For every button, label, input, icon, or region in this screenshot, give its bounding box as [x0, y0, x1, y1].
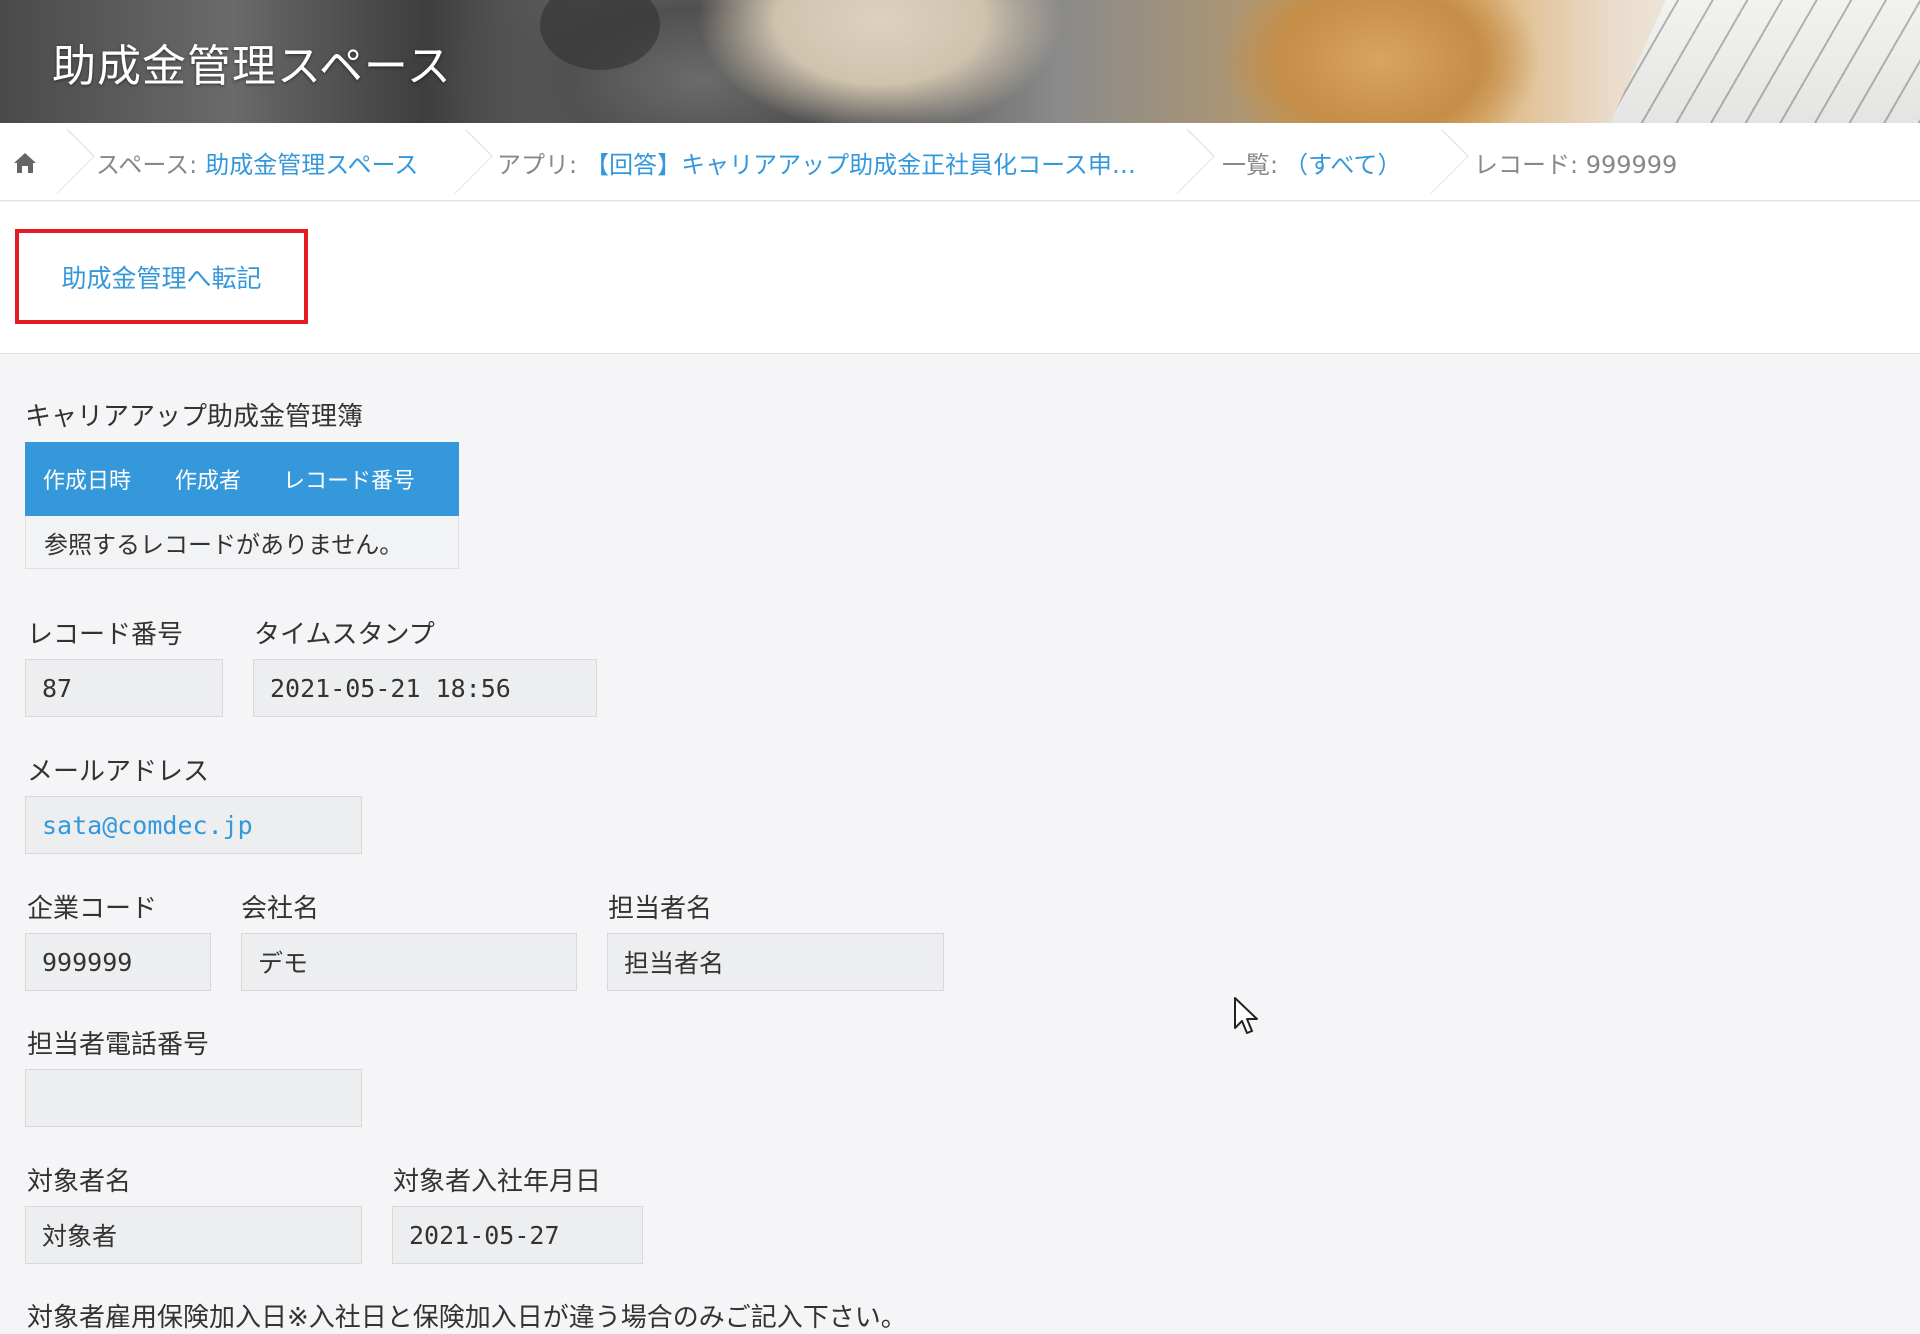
column-header-created-at: 作成日時	[43, 469, 132, 494]
reference-table-title: キャリアアップ助成金管理簿	[25, 402, 364, 432]
breadcrumb-view-label: 一覧:	[1222, 150, 1279, 179]
email-field[interactable]: sata@comdec.jp	[25, 796, 362, 854]
timestamp-field: 2021-05-21 18:56	[253, 659, 597, 717]
contact-name-label: 担当者名	[608, 894, 713, 924]
company-name-field: デモ	[241, 933, 577, 991]
breadcrumb-separator	[1182, 123, 1204, 201]
space-header-banner: 助成金管理スペース	[0, 0, 1920, 123]
breadcrumb-space-label: スペース:	[96, 150, 198, 179]
target-name-field: 対象者	[25, 1206, 362, 1264]
record-action-bar: 助成金管理へ転記	[0, 202, 1920, 354]
company-code-label: 企業コード	[27, 894, 158, 924]
breadcrumb: スペース: 助成金管理スペース アプリ: 【回答】キャリアアップ助成金正社員化コ…	[0, 123, 1920, 201]
breadcrumb-app[interactable]: アプリ: 【回答】キャリアアップ助成金正社員化コース申…	[497, 123, 1136, 201]
breadcrumb-separator	[460, 123, 482, 201]
banner-gear-image	[540, 0, 660, 70]
record-number-field: 87	[25, 659, 223, 717]
contact-name-field: 担当者名	[607, 933, 944, 991]
insurance-date-label: 対象者雇用保険加入日※入社日と保険加入日が違う場合のみご記入下さい。	[27, 1303, 907, 1333]
column-header-creator: 作成者	[175, 469, 242, 494]
breadcrumb-space[interactable]: スペース: 助成金管理スペース	[96, 123, 418, 201]
breadcrumb-app-link[interactable]: 【回答】キャリアアップ助成金正社員化コース申…	[585, 145, 1136, 180]
breadcrumb-record: レコード: 999999	[1474, 123, 1677, 201]
breadcrumb-space-link[interactable]: 助成金管理スペース	[205, 145, 418, 180]
breadcrumb-separator	[1436, 123, 1458, 201]
contact-phone-field	[25, 1069, 362, 1127]
target-join-date-field: 2021-05-27	[392, 1206, 643, 1264]
mouse-pointer-icon	[1234, 997, 1258, 1034]
breadcrumb-app-label: アプリ:	[497, 150, 578, 179]
record-number-label: レコード番号	[27, 620, 184, 650]
breadcrumb-separator	[62, 123, 84, 201]
company-name-label: 会社名	[241, 894, 320, 924]
reference-table: 作成日時 作成者 レコード番号 参照するレコードがありません。	[25, 442, 459, 569]
reference-table-header: 作成日時 作成者 レコード番号	[25, 442, 459, 516]
space-title: 助成金管理スペース	[52, 41, 452, 92]
target-name-label: 対象者名	[27, 1167, 132, 1197]
reference-table-empty-message: 参照するレコードがありません。	[25, 516, 459, 569]
contact-phone-label: 担当者電話番号	[27, 1030, 210, 1060]
transfer-to-subsidy-management-button[interactable]: 助成金管理へ転記	[15, 229, 308, 324]
breadcrumb-record-label: レコード: 999999	[1474, 150, 1678, 179]
column-header-record-number: レコード番号	[283, 469, 416, 494]
target-join-date-label: 対象者入社年月日	[393, 1167, 602, 1197]
banner-paper-image	[1610, 0, 1920, 123]
breadcrumb-view-link[interactable]: （すべて）	[1284, 145, 1401, 180]
email-label: メールアドレス	[27, 757, 210, 787]
company-code-field: 999999	[25, 933, 211, 991]
breadcrumb-view[interactable]: 一覧: （すべて）	[1222, 123, 1401, 201]
timestamp-label: タイムスタンプ	[254, 620, 435, 650]
